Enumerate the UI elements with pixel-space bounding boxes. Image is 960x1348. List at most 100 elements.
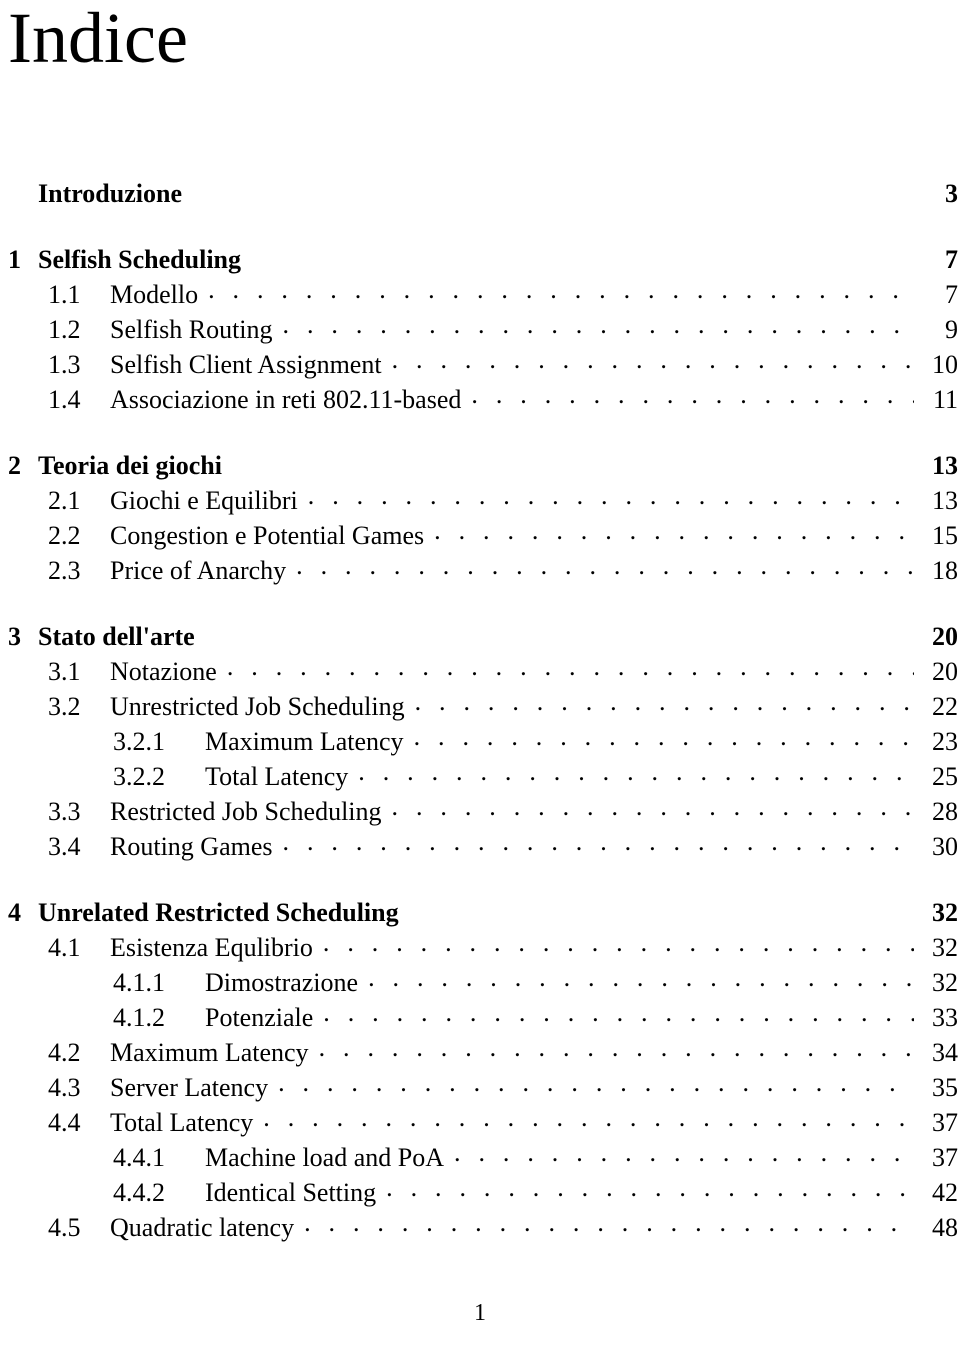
toc-entry-label: Total Latency: [110, 1108, 254, 1137]
toc-entry[interactable]: 3.2.2 Total Latency 25: [8, 759, 958, 794]
toc-entry-page-number: 37: [932, 1108, 958, 1137]
toc-entry-page-number: 10: [932, 350, 958, 379]
toc-entry-page-number: 20: [932, 622, 958, 651]
toc-entry-page-number: 32: [932, 898, 958, 927]
toc-entry-label: Identical Setting: [205, 1178, 377, 1207]
toc-entry[interactable]: 2.2 Congestion e Potential Games 15: [8, 518, 958, 553]
toc-entry-label: Unrestricted Job Scheduling: [110, 692, 405, 721]
toc-entry[interactable]: 1 Selfish Scheduling 7: [8, 242, 958, 277]
toc-leader-dots: [319, 1035, 914, 1061]
toc-leader-dots: [251, 242, 914, 268]
toc-entry-label: Potenziale: [205, 1003, 314, 1032]
toc-entry-label: Selfish Routing: [110, 315, 273, 344]
toc-leader-dots: [296, 553, 914, 579]
toc-leader-dots: [358, 759, 914, 785]
toc-leader-dots: [323, 930, 914, 956]
toc-entry[interactable]: 4.4 Total Latency 37: [8, 1105, 958, 1140]
toc-leader-dots: [283, 829, 915, 855]
toc-leader-dots: [278, 1070, 914, 1096]
toc-entry[interactable]: 2.3 Price of Anarchy 18: [8, 553, 958, 588]
toc-entry[interactable]: 1.1 Modello 7: [8, 277, 958, 312]
toc-leader-dots: [409, 895, 914, 921]
toc-entry-number: 4: [8, 898, 21, 927]
toc-entry[interactable]: 3 Stato dell'arte 20: [8, 619, 958, 654]
toc-entry-page-number: 25: [932, 762, 958, 791]
toc-entry-label: Selfish Scheduling: [38, 245, 242, 274]
toc-leader-dots: [283, 312, 914, 338]
toc-leader-dots: [434, 518, 914, 544]
toc-entry-label: Unrelated Restricted Scheduling: [38, 898, 399, 927]
toc-entry-label: Congestion e Potential Games: [110, 521, 425, 550]
toc-entry[interactable]: 1.3 Selfish Client Assignment 10: [8, 347, 958, 382]
toc-entry-label: Giochi e Equilibri: [110, 486, 298, 515]
toc-entry-label: Price of Anarchy: [110, 556, 287, 585]
toc-entry-label: Maximum Latency: [205, 727, 404, 756]
toc-entry[interactable]: 4.5 Quadratic latency 48: [8, 1210, 958, 1245]
toc-entry-page-number: 32: [932, 968, 958, 997]
toc-entry-page-number: 42: [932, 1178, 958, 1207]
page-title: Indice: [8, 0, 188, 78]
toc-entry-number: 4.2: [48, 1038, 81, 1067]
toc-entry-number: 2.2: [48, 521, 81, 550]
toc-entry-number: 2: [8, 451, 21, 480]
toc-entry[interactable]: Introduzione 3: [8, 176, 958, 211]
toc-entry[interactable]: 4.1.1 Dimostrazione 32: [8, 965, 958, 1000]
toc-entry-label: Associazione in reti 802.11-based: [110, 385, 462, 414]
toc-entry[interactable]: 1.4 Associazione in reti 802.11-based 11: [8, 382, 958, 417]
toc-leader-dots: [414, 724, 914, 750]
toc-entry-page-number: 35: [932, 1073, 958, 1102]
toc-leader-dots: [205, 619, 914, 645]
toc-entry[interactable]: 3.3 Restricted Job Scheduling 28: [8, 794, 958, 829]
toc-entry[interactable]: 4 Unrelated Restricted Scheduling 32: [8, 895, 958, 930]
toc-entry-page-number: 18: [932, 556, 958, 585]
toc-entry[interactable]: 2.1 Giochi e Equilibri 13: [8, 483, 958, 518]
toc-entry-number: 4.1.1: [113, 968, 165, 997]
toc-entry-label: Maximum Latency: [110, 1038, 309, 1067]
toc-entry-page-number: 13: [932, 451, 958, 480]
toc-entry-label: Introduzione: [38, 179, 182, 208]
toc-entry-label: Machine load and PoA: [205, 1143, 445, 1172]
toc-leader-dots: [308, 483, 914, 509]
toc-entry-label: Dimostrazione: [205, 968, 359, 997]
toc-entry-page-number: 7: [945, 280, 958, 309]
toc-entry-page-number: 3: [945, 179, 958, 208]
toc-entry[interactable]: 3.2 Unrestricted Job Scheduling 22: [8, 689, 958, 724]
toc-entry[interactable]: 3.4 Routing Games 30: [8, 829, 958, 864]
toc-entry-label: Routing Games: [110, 832, 273, 861]
toc-entry-number: 1.3: [48, 350, 81, 379]
toc-entry-label: Restricted Job Scheduling: [110, 797, 382, 826]
toc-leader-dots: [263, 1105, 914, 1131]
toc-entry-page-number: 11: [932, 385, 958, 414]
toc-entry[interactable]: 4.1.2 Potenziale 33: [8, 1000, 958, 1035]
toc-entry-number: 3.2.1: [113, 727, 165, 756]
toc-entry[interactable]: 2 Teoria dei giochi 13: [8, 448, 958, 483]
toc-entry-number: 2.1: [48, 486, 81, 515]
toc-leader-dots: [386, 1175, 914, 1201]
toc-entry-number: 1.2: [48, 315, 81, 344]
document-page: Indice Introduzione 3 1 Selfish Scheduling 7…: [0, 0, 960, 1348]
toc-entry-page-number: 9: [945, 315, 958, 344]
toc-entry-label: Esistenza Equlibrio: [110, 933, 313, 962]
toc-entry[interactable]: 4.1 Esistenza Equlibrio 32: [8, 930, 958, 965]
toc-entry[interactable]: 3.1 Notazione 20: [8, 654, 958, 689]
toc-entry-label: Selfish Client Assignment: [110, 350, 382, 379]
toc-leader-dots: [192, 176, 914, 202]
toc-entry-page-number: 34: [932, 1038, 958, 1067]
toc-entry-number: 4.3: [48, 1073, 81, 1102]
toc-entry-number: 3.2.2: [113, 762, 165, 791]
toc-entry[interactable]: 4.3 Server Latency 35: [8, 1070, 958, 1105]
toc-entry-label: Server Latency: [110, 1073, 269, 1102]
toc-entry-number: 3.2: [48, 692, 81, 721]
toc-entry-label: Total Latency: [205, 762, 349, 791]
toc-entry[interactable]: 1.2 Selfish Routing 9: [8, 312, 958, 347]
toc-leader-dots: [471, 382, 914, 408]
toc-entry-page-number: 15: [932, 521, 958, 550]
toc-entry[interactable]: 3.2.1 Maximum Latency 23: [8, 724, 958, 759]
toc-entry-page-number: 28: [932, 797, 958, 826]
toc-entry[interactable]: 4.4.2 Identical Setting 42: [8, 1175, 958, 1210]
toc-leader-dots: [227, 654, 914, 680]
toc-entry[interactable]: 4.4.1 Machine load and PoA 37: [8, 1140, 958, 1175]
toc-entry[interactable]: 4.2 Maximum Latency 34: [8, 1035, 958, 1070]
toc-entry-number: 4.4: [48, 1108, 81, 1137]
toc-leader-dots: [454, 1140, 914, 1166]
